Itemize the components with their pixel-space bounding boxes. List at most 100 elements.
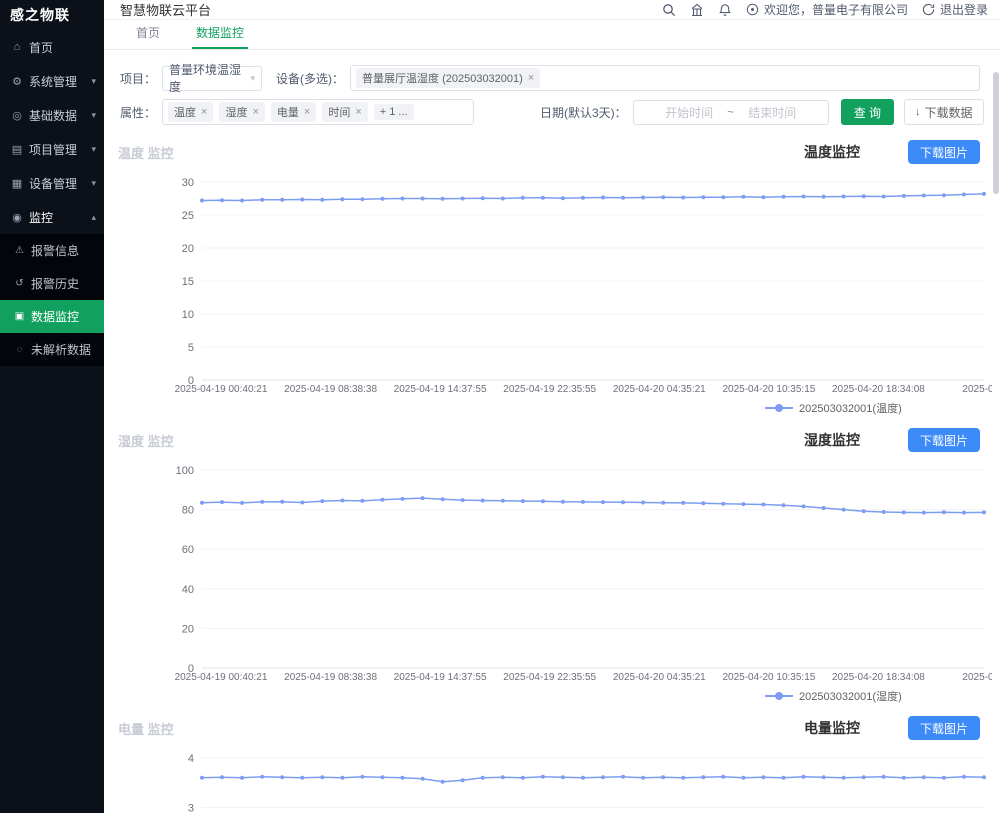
sidebar-item-label: 系统管理 — [29, 73, 91, 90]
section-watermark: 温度 监控 — [118, 143, 174, 162]
svg-text:20: 20 — [182, 623, 194, 635]
unparsed-data-icon: ◌ — [13, 344, 26, 355]
close-icon[interactable]: × — [201, 107, 207, 118]
chevron-down-icon: ▾ — [250, 73, 255, 84]
project-select[interactable]: 普量环境温湿度 ▾ — [162, 66, 262, 91]
battery-section: 电量 监控 电量监控 下载图片 012342025-04-19 00:40:21… — [104, 710, 1000, 813]
device-multiselect[interactable]: 普量展厅温湿度 (202503032001) × — [350, 65, 980, 91]
sidebar-subitem-alarm-history[interactable]: ↺ 报警历史 — [0, 267, 104, 300]
sidebar-item-home[interactable]: ⌂ 首页 — [0, 30, 104, 64]
svg-text:100: 100 — [176, 465, 194, 477]
attribute-tag-label: 时间 — [328, 104, 350, 120]
svg-text:202503032001(湿度): 202503032001(湿度) — [799, 689, 902, 703]
platform-title: 智慧物联云平台 — [120, 0, 211, 19]
download-image-button[interactable]: 下载图片 — [908, 140, 980, 164]
svg-text:2025-04-21: 2025-04-21 — [962, 672, 992, 683]
svg-text:2025-04-19 14:37:55: 2025-04-19 14:37:55 — [394, 672, 487, 683]
close-icon[interactable]: × — [304, 107, 310, 118]
sidebar-item-device-management[interactable]: ▦ 设备管理 ▾ — [0, 166, 104, 200]
logout-icon — [922, 3, 935, 16]
history-icon: ↺ — [13, 278, 26, 289]
end-time-placeholder: 结束时间 — [748, 104, 796, 121]
svg-text:2025-04-19 00:40:21: 2025-04-19 00:40:21 — [175, 384, 268, 395]
logout-button[interactable]: 退出登录 — [922, 1, 988, 18]
svg-text:202503032001(温度): 202503032001(温度) — [799, 401, 902, 415]
project-label: 项目： — [120, 70, 156, 87]
svg-text:2025-04-20 18:34:08: 2025-04-20 18:34:08 — [832, 384, 925, 395]
sidebar-item-basic-data[interactable]: ◎ 基础数据 ▾ — [0, 98, 104, 132]
logout-label: 退出登录 — [940, 1, 988, 18]
app-logo: 感之物联 — [0, 0, 104, 30]
date-label: 日期(默认3天)： — [540, 104, 627, 121]
sidebar-item-label: 首页 — [29, 39, 96, 56]
sidebar-subitem-data-monitoring[interactable]: ▣ 数据监控 — [0, 300, 104, 333]
svg-text:2025-04-20 10:35:15: 2025-04-20 10:35:15 — [722, 672, 815, 683]
home-icon: ⌂ — [10, 41, 24, 53]
chevron-down-icon: ▾ — [91, 144, 96, 155]
svg-text:15: 15 — [182, 276, 194, 288]
sidebar-subitem-label: 报警历史 — [31, 275, 79, 292]
tab-data-monitoring[interactable]: 数据监控 — [192, 20, 248, 49]
attribute-tag: 电量 × — [271, 102, 316, 122]
welcome-text: 欢迎您，普量电子有限公司 — [764, 1, 908, 18]
svg-text:2025-04-20 18:34:08: 2025-04-20 18:34:08 — [832, 672, 925, 683]
attribute-tag: 湿度 × — [219, 102, 264, 122]
svg-text:5: 5 — [188, 342, 194, 354]
chart-title-humidity: 湿度监控 — [804, 430, 860, 450]
battery-chart: 012342025-04-19 00:40:212025-04-19 08:38… — [104, 746, 1000, 813]
attributes-multiselect[interactable]: 温度 × 湿度 × 电量 × 时间 × + 1 ... — [162, 99, 474, 125]
search-icon[interactable] — [662, 3, 676, 17]
close-icon[interactable]: × — [528, 73, 534, 84]
alarm-icon: ⚠ — [13, 245, 26, 256]
download-data-label: 下载数据 — [925, 104, 973, 121]
query-button[interactable]: 查 询 — [841, 99, 894, 125]
download-data-button[interactable]: ↓ 下载数据 — [904, 99, 984, 125]
section-watermark: 电量 监控 — [118, 719, 174, 738]
vertical-scrollbar[interactable] — [993, 72, 999, 194]
attribute-more-tag[interactable]: + 1 ... — [374, 104, 414, 120]
data-monitor-icon: ▣ — [13, 311, 26, 322]
sidebar-item-label: 基础数据 — [29, 107, 91, 124]
sidebar-item-monitoring[interactable]: ◉ 监控 ▴ — [0, 200, 104, 234]
svg-text:2025-04-20 10:35:15: 2025-04-20 10:35:15 — [722, 384, 815, 395]
svg-text:3: 3 — [188, 803, 194, 813]
svg-text:2025-04-20 04:35:21: 2025-04-20 04:35:21 — [613, 384, 706, 395]
close-icon[interactable]: × — [355, 107, 361, 118]
chevron-down-icon: ▾ — [91, 76, 96, 87]
svg-text:25: 25 — [182, 210, 194, 222]
sidebar-item-project-management[interactable]: ▤ 项目管理 ▾ — [0, 132, 104, 166]
humidity-chart: 0204060801002025-04-19 00:40:212025-04-1… — [104, 458, 1000, 715]
svg-text:80: 80 — [182, 505, 194, 517]
user-welcome[interactable]: 欢迎您，普量电子有限公司 — [746, 1, 908, 18]
home-shortcut-icon[interactable] — [690, 3, 704, 17]
monitoring-submenu: ⚠ 报警信息 ↺ 报警历史 ▣ 数据监控 ◌ 未解析数据 — [0, 234, 104, 366]
download-image-button[interactable]: 下载图片 — [908, 428, 980, 452]
date-range-input[interactable]: 开始时间 ~ 结束时间 — [633, 100, 829, 125]
svg-text:60: 60 — [182, 544, 194, 556]
svg-text:2025-04-19 22:35:55: 2025-04-19 22:35:55 — [503, 672, 596, 683]
download-image-button[interactable]: 下载图片 — [908, 716, 980, 740]
close-icon[interactable]: × — [252, 107, 258, 118]
sidebar-subitem-alarm-info[interactable]: ⚠ 报警信息 — [0, 234, 104, 267]
attribute-tag-label: 电量 — [277, 104, 299, 120]
svg-text:2025-04-19 14:37:55: 2025-04-19 14:37:55 — [394, 384, 487, 395]
chevron-down-icon: ▾ — [91, 110, 96, 121]
svg-text:2025-04-19 22:35:55: 2025-04-19 22:35:55 — [503, 384, 596, 395]
start-time-placeholder: 开始时间 — [665, 104, 713, 121]
tab-home[interactable]: 首页 — [132, 20, 164, 49]
device-tag: 普量展厅温湿度 (202503032001) × — [356, 68, 540, 88]
project-icon: ▤ — [10, 143, 24, 156]
download-icon: ↓ — [915, 106, 921, 118]
svg-text:2025-04-20 04:35:21: 2025-04-20 04:35:21 — [613, 672, 706, 683]
sidebar-item-system-management[interactable]: ⚙ 系统管理 ▾ — [0, 64, 104, 98]
sidebar-subitem-unparsed-data[interactable]: ◌ 未解析数据 — [0, 333, 104, 366]
chevron-up-icon: ▴ — [91, 212, 96, 223]
svg-text:20: 20 — [182, 243, 194, 255]
bell-icon[interactable] — [718, 3, 732, 17]
chevron-down-icon: ▾ — [91, 178, 96, 189]
svg-text:10: 10 — [182, 309, 194, 321]
chart-title-battery: 电量监控 — [804, 718, 860, 738]
date-separator: ~ — [727, 105, 734, 119]
attribute-tag-label: 湿度 — [225, 104, 247, 120]
svg-text:2025-04-19 08:38:38: 2025-04-19 08:38:38 — [284, 672, 377, 683]
